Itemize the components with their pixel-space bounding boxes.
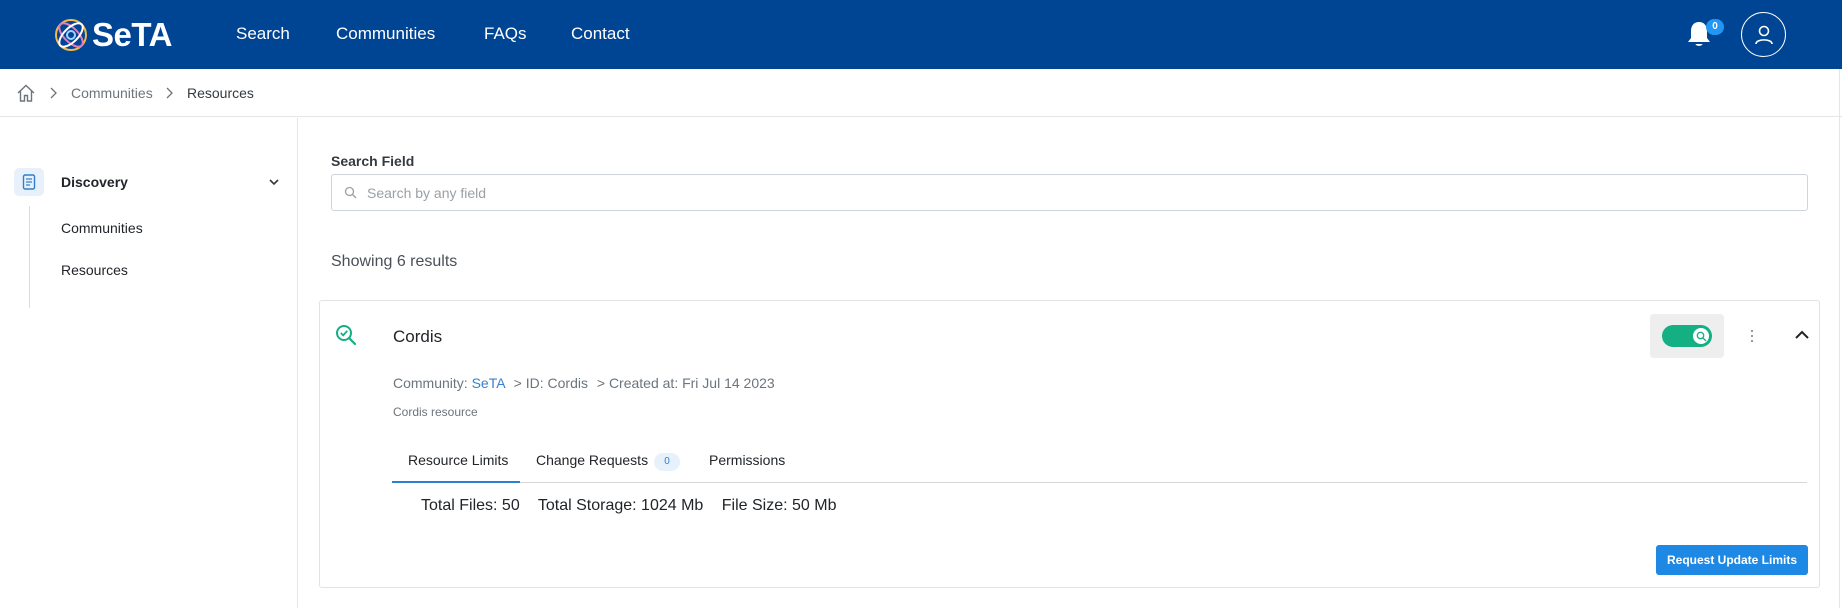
brand-logo[interactable]: SeTA (53, 15, 172, 55)
sidebar-section-label: Discovery (61, 174, 128, 190)
user-icon (1754, 25, 1773, 44)
nav-faqs[interactable]: FAQs (484, 24, 527, 44)
brand-name: SeTA (92, 16, 172, 53)
tab-label: Permissions (709, 452, 786, 468)
resource-meta: Community: SeTA > ID: Cordis > Created a… (393, 375, 775, 391)
search-box (331, 174, 1808, 211)
resource-id: > ID: Cordis (513, 375, 588, 391)
top-navbar: SeTA Search Communities FAQs Contact 0 (0, 0, 1842, 69)
search-icon (344, 186, 357, 199)
results-count: Showing 6 results (331, 253, 458, 270)
breadcrumb-resources: Resources (187, 85, 254, 101)
breadcrumb: Communities Resources (0, 69, 1842, 117)
sidebar-section-discovery[interactable]: Discovery (14, 168, 284, 196)
sidebar: Discovery Communities Resources (0, 118, 298, 608)
tab-resource-limits[interactable]: Resource Limits (392, 440, 520, 483)
resource-title: Cordis (393, 327, 443, 346)
search-field-label: Search Field (331, 153, 415, 169)
searchable-toggle[interactable] (1650, 314, 1724, 358)
search-icon (1696, 331, 1706, 341)
chevron-right-icon (50, 87, 57, 99)
tab-label: Change Requests (536, 452, 649, 468)
notification-count-badge: 0 (1706, 19, 1724, 35)
total-storage: Total Storage: 1024 Mb (537, 497, 704, 514)
request-update-limits-button[interactable]: Request Update Limits (1656, 545, 1808, 575)
content-divider (1839, 69, 1840, 608)
sidebar-item-communities[interactable]: Communities (61, 220, 143, 236)
community-link[interactable]: SeTA (472, 375, 505, 391)
nav-communities[interactable]: Communities (336, 24, 435, 44)
document-icon (14, 168, 44, 196)
tab-change-requests[interactable]: Change Requests 0 (536, 440, 681, 483)
account-avatar-button[interactable] (1741, 12, 1786, 57)
nav-contact[interactable]: Contact (571, 24, 630, 44)
tab-label: Resource Limits (408, 452, 509, 468)
resource-card: Cordis Community: SeTA > ID: Cordis > Cr… (319, 300, 1820, 588)
total-files: Total Files: 50 (421, 497, 520, 514)
resource-description: Cordis resource (393, 405, 478, 419)
seta-logo-icon (55, 19, 87, 51)
search-input[interactable] (367, 175, 1797, 210)
change-requests-count-badge: 0 (654, 453, 681, 471)
home-icon[interactable] (16, 83, 36, 103)
chevron-up-icon[interactable] (1794, 328, 1810, 342)
toggle-track (1662, 325, 1712, 347)
more-options-icon[interactable] (1749, 327, 1755, 345)
resource-created: > Created at: Fri Jul 14 2023 (596, 375, 775, 391)
toggle-knob (1693, 328, 1709, 344)
tab-permissions[interactable]: Permissions (709, 440, 785, 483)
sidebar-tree-line (29, 206, 30, 308)
search-check-icon (336, 325, 357, 346)
breadcrumb-communities[interactable]: Communities (71, 85, 153, 101)
file-size: File Size: 50 Mb (721, 497, 837, 514)
chevron-right-icon (166, 87, 173, 99)
resource-tabs: Resource Limits Change Requests 0 Permiss… (392, 440, 1807, 483)
resource-limits: Total Files: 50 Total Storage: 1024 Mb F… (421, 497, 850, 515)
community-prefix: Community: (393, 375, 468, 391)
sidebar-item-resources[interactable]: Resources (61, 262, 128, 278)
nav-search[interactable]: Search (236, 24, 290, 44)
chevron-down-icon[interactable] (268, 176, 280, 188)
